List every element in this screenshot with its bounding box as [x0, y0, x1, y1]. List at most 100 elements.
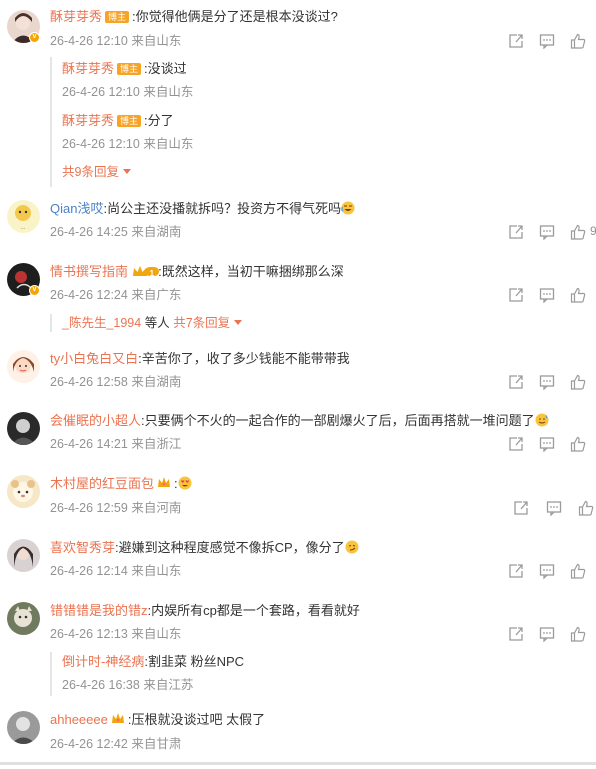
reply-time: 26-4-26 16:38: [62, 678, 140, 692]
comment-icon[interactable]: [539, 33, 555, 49]
avatar[interactable]: [7, 475, 40, 508]
reply-username[interactable]: 酥芽芽秀: [62, 61, 114, 76]
avatar[interactable]: [7, 711, 40, 744]
reply-summary-user[interactable]: _陈先生_1994: [62, 316, 141, 330]
reply-thread: 倒计时-神经病:割韭菜 粉丝NPC 26-4-26 16:38 来自江苏: [50, 652, 596, 696]
comment-location: 来自山东: [131, 34, 182, 48]
comment-icon[interactable]: [539, 436, 555, 452]
share-icon[interactable]: [508, 436, 524, 452]
more-replies-link[interactable]: 共7条回复: [173, 316, 230, 330]
share-icon[interactable]: [513, 500, 529, 516]
share-icon[interactable]: [508, 287, 524, 303]
comment-location: 来自湖南: [131, 225, 182, 239]
comment-icon[interactable]: [539, 563, 555, 579]
bottom-divider: [0, 762, 596, 765]
share-icon[interactable]: [508, 563, 524, 579]
reply-text: :割韭菜 粉丝NPC: [144, 654, 245, 669]
chevron-down-icon: [122, 169, 131, 174]
comment-text: :只要俩个不火的一起合作的一部剧爆火了后，后面再搭就一堆问题了: [141, 413, 535, 428]
comment-icon[interactable]: [546, 500, 562, 516]
comment-location: 来自山东: [131, 627, 182, 641]
comment-username[interactable]: 酥芽芽秀: [50, 9, 102, 24]
comment-time: 26-4-26 12:10: [50, 34, 128, 48]
share-icon[interactable]: [508, 33, 524, 49]
comment-text: :避嫌到这种程度感觉不像拆CP，像分了: [115, 540, 345, 555]
author-badge: 博主: [117, 63, 142, 75]
comment-username[interactable]: 会催眠的小超人: [50, 413, 141, 428]
reply-location: 来自江苏: [143, 678, 194, 692]
like-icon[interactable]: [570, 563, 586, 579]
comment-actions: 9: [508, 224, 596, 242]
share-icon[interactable]: [508, 626, 524, 642]
avatar[interactable]: [7, 412, 40, 445]
comment-actions: [508, 436, 596, 454]
author-badge: 博主: [117, 115, 142, 127]
verified-badge-icon: v: [29, 285, 40, 296]
avatar[interactable]: [7, 539, 40, 572]
comment-icon[interactable]: [539, 224, 555, 240]
reply-location: 来自山东: [143, 137, 194, 151]
comment-time: 26-4-26 12:13: [50, 627, 128, 641]
reply-username[interactable]: 倒计时-神经病: [62, 654, 144, 669]
crown-icon: [157, 476, 171, 493]
like-icon[interactable]: [570, 436, 586, 452]
comment-text: :内娱所有cp都是一个套路，看看就好: [147, 603, 360, 618]
comment-location: 来自湖南: [131, 375, 182, 389]
avatar[interactable]: [7, 350, 40, 383]
comment-text: :尚公主还没播就拆吗？投资方不得气死吗: [103, 201, 342, 216]
comment-actions: [508, 33, 596, 51]
comment-location: 来自浙江: [131, 437, 182, 451]
like-icon[interactable]: [570, 626, 586, 642]
comment-text: :既然这样，当初干嘛捆绑那么深: [158, 264, 344, 279]
avatar[interactable]: ···: [7, 200, 40, 233]
comment-icon[interactable]: [539, 626, 555, 642]
reply-thread: 酥芽芽秀 博主:没谈过 26-4-26 12:10 来自山东 酥芽芽秀 博主:分了 …: [50, 57, 596, 187]
like-icon[interactable]: [570, 287, 586, 303]
reply-location: 来自山东: [143, 85, 194, 99]
crown-icon: [111, 712, 125, 729]
comment-icon[interactable]: [539, 287, 555, 303]
comment-actions: [508, 563, 596, 581]
like-icon[interactable]: [570, 33, 586, 49]
comment-icon[interactable]: [539, 374, 555, 390]
like-icon[interactable]: [578, 500, 594, 516]
reply-text: :分了: [144, 113, 174, 128]
share-icon[interactable]: [508, 224, 524, 240]
comment-username[interactable]: 喜欢智秀芽: [50, 540, 115, 555]
share-icon[interactable]: [508, 374, 524, 390]
svg-text:···: ···: [21, 226, 26, 232]
avatar[interactable]: [7, 602, 40, 635]
comment-actions: [508, 626, 596, 644]
reply-summary[interactable]: _陈先生_1994 等人 共7条回复: [50, 314, 596, 332]
like-count: 9: [590, 224, 596, 238]
laugh-cry-emoji-icon: [341, 201, 355, 215]
author-badge: 博主: [105, 11, 130, 23]
comment-username[interactable]: ahheeeee: [50, 712, 108, 727]
comment-text: :你觉得他俩是分了还是根本没谈过?: [132, 9, 338, 24]
comment-username[interactable]: 木村屋的红豆面包: [50, 476, 154, 491]
comment-time: 26-4-26 12:24: [50, 288, 128, 302]
comment-location: 来自河南: [131, 501, 182, 515]
comment-username[interactable]: Qian浅哎: [50, 201, 103, 216]
like-icon[interactable]: [570, 224, 586, 240]
comment-time: 26-4-26 12:59: [50, 501, 128, 515]
comment-time: 26-4-26 14:21: [50, 437, 128, 451]
comment-username[interactable]: 情书撰写指南: [50, 264, 128, 279]
comment-username[interactable]: ty小白兔白又白: [50, 351, 138, 366]
comment-time: 26-4-26 12:58: [50, 375, 128, 389]
comment-time: 26-4-26 12:14: [50, 564, 128, 578]
comment-username[interactable]: 错错错是我的错z: [50, 603, 148, 618]
comment-time: 26-4-26 12:42: [50, 737, 128, 751]
reply-username[interactable]: 酥芽芽秀: [62, 113, 114, 128]
reply-time: 26-4-26 12:10: [62, 85, 140, 99]
more-replies-link[interactable]: 共9条回复: [62, 164, 131, 180]
crown-level-badge: [132, 264, 160, 282]
smirk-emoji-icon: [345, 540, 359, 554]
comment-location: 来自广东: [131, 288, 182, 302]
reply-time: 26-4-26 12:10: [62, 137, 140, 151]
heart-eyes-emoji-icon: [178, 476, 192, 490]
reply-summary-suffix: 等人: [144, 316, 170, 330]
comment-actions: [513, 500, 596, 518]
comment-actions: [508, 287, 596, 305]
like-icon[interactable]: [570, 374, 586, 390]
